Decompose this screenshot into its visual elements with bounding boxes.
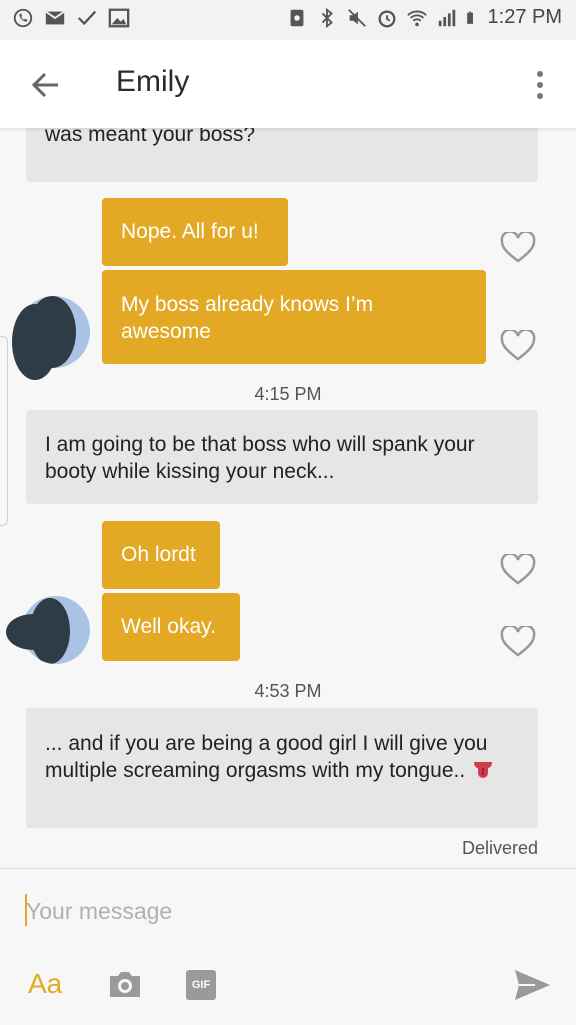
scroll-handle[interactable] xyxy=(0,336,8,526)
message-text: Did you accidentally send me this messag… xyxy=(45,128,256,146)
alarm-icon xyxy=(378,9,395,27)
message-text: Oh lordt xyxy=(121,543,196,566)
whatsapp-icon xyxy=(13,8,33,28)
status-time: 1:27 PM xyxy=(487,6,562,28)
tongue-emoji xyxy=(474,762,493,778)
heart-icon[interactable] xyxy=(500,232,536,264)
composer-bar xyxy=(0,868,576,1025)
mute-icon xyxy=(347,8,366,27)
incoming-message: I am going to be that boss who will span… xyxy=(26,410,538,504)
recycle-icon xyxy=(290,9,303,26)
redaction-mark xyxy=(12,304,58,380)
mail-icon xyxy=(45,10,65,25)
delivery-status: Delivered xyxy=(461,838,538,858)
camera-icon[interactable] xyxy=(107,968,143,1000)
signal-icon xyxy=(438,9,455,26)
message-input[interactable] xyxy=(26,896,486,926)
message-text: I am going to be that boss who will span… xyxy=(45,433,475,483)
check-icon xyxy=(77,10,97,26)
battery-icon xyxy=(466,11,473,24)
incoming-message: ... and if you are being a good girl I w… xyxy=(26,708,538,828)
message-text: Well okay. xyxy=(121,615,216,638)
message-list[interactable]: Did you accidentally send me this messag… xyxy=(0,128,576,868)
send-icon[interactable] xyxy=(512,966,552,1004)
back-arrow-icon[interactable] xyxy=(26,65,66,105)
outgoing-message: Well okay. xyxy=(102,593,240,661)
message-text: Nope. All for u! xyxy=(121,220,259,243)
heart-icon[interactable] xyxy=(500,330,536,362)
app-bar: Emily xyxy=(0,40,576,128)
outgoing-message: Nope. All for u! xyxy=(102,198,288,266)
more-options-icon[interactable] xyxy=(530,66,550,106)
incoming-message: Did you accidentally send me this messag… xyxy=(26,128,538,182)
redaction-mark xyxy=(6,614,60,650)
timestamp: 4:53 PM xyxy=(254,681,322,701)
wifi-icon xyxy=(406,10,427,26)
text-format-button[interactable]: Aa xyxy=(28,968,62,1000)
status-bar: 1:27 PM xyxy=(0,0,576,40)
message-text: ... and if you are being a good girl I w… xyxy=(45,732,488,782)
outgoing-message: My boss already knows I’m awesome xyxy=(102,270,486,364)
heart-icon[interactable] xyxy=(500,554,536,586)
bluetooth-icon xyxy=(321,7,333,28)
conversation-title: Emily xyxy=(116,65,190,98)
timestamp: 4:15 PM xyxy=(254,384,322,404)
outgoing-message: Oh lordt xyxy=(102,521,220,589)
image-icon xyxy=(108,8,130,28)
message-text: My boss already knows I’m awesome xyxy=(121,293,374,343)
heart-icon[interactable] xyxy=(500,626,536,658)
gif-button[interactable]: GIF xyxy=(186,970,216,1000)
